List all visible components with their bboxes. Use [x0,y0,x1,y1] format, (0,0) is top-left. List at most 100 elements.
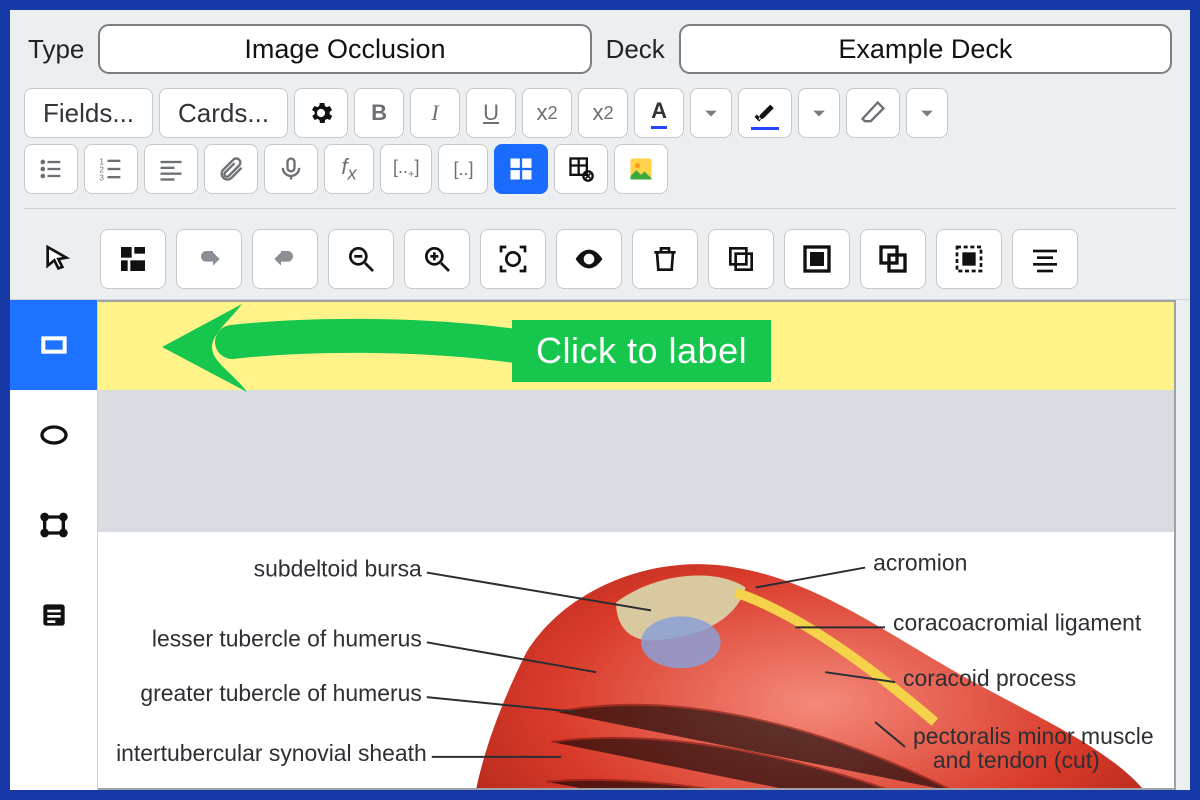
underline-button[interactable]: U [466,88,516,138]
annotation-arrow [122,300,542,412]
group-icon [801,243,833,275]
options-button[interactable] [294,88,348,138]
cards-button[interactable]: Cards... [159,88,288,138]
select-all-icon [953,243,985,275]
anatomy-label: subdeltoid bursa [254,556,422,582]
zoom-in-icon [421,243,453,275]
highlight-button[interactable] [738,88,792,138]
ellipse-icon [38,419,70,451]
bulleted-list-icon [37,155,65,183]
occlusion-grid-button[interactable] [494,144,548,194]
more-dropdown[interactable] [906,88,948,138]
image-canvas[interactable]: Click to label [98,300,1176,790]
rectangle-icon [38,329,70,361]
shape-side-toolbar [10,300,98,790]
bold-button[interactable]: B [354,88,404,138]
subscript-button[interactable]: x2 [578,88,628,138]
editor-body: Click to label [10,299,1190,790]
duplicate-icon [725,243,757,275]
anatomy-image: subdeltoid bursa lesser tubercle of hume… [98,532,1174,790]
text-tool-button[interactable] [10,570,97,660]
eraser-button[interactable] [846,88,900,138]
fields-button[interactable]: Fields... [24,88,153,138]
svg-text:3: 3 [99,174,104,183]
format-toolbar: Fields... Cards... B I U x2 x2 A [10,84,1190,219]
anatomy-label: lesser tubercle of humerus [152,625,422,651]
table-insert-icon [567,155,595,183]
anatomy-label: coracoid process [903,665,1076,691]
deck-value: Example Deck [838,34,1012,65]
chevron-down-icon [913,99,941,127]
cursor-icon [41,243,73,275]
highlighter-icon [751,97,779,130]
grid-icon [507,155,535,183]
toolbar-divider [24,208,1176,209]
text-block-icon [38,599,70,631]
cloze-new-button[interactable]: [..+] [380,144,432,194]
redo-icon [269,243,301,275]
cloze-same-button[interactable]: [..] [438,144,488,194]
italic-button[interactable]: I [410,88,460,138]
app-window: Type Image Occlusion Deck Example Deck F… [0,0,1200,800]
picture-button[interactable] [614,144,668,194]
equation-button[interactable]: fx [324,144,374,194]
polygon-icon [38,509,70,541]
zoom-out-button[interactable] [328,229,394,289]
type-selector[interactable]: Image Occlusion [98,24,591,74]
numbered-list-icon: 123 [97,155,125,183]
highlight-dropdown[interactable] [798,88,840,138]
anatomy-label: pectoralis minor muscle [913,723,1154,749]
text-color-button[interactable]: A [634,88,684,138]
undo-button[interactable] [176,229,242,289]
cloze-new-icon: [..+] [393,157,419,181]
align-left-icon [157,155,185,183]
anatomy-label: coracoacromial ligament [893,609,1142,635]
chevron-down-icon [697,99,725,127]
redo-button[interactable] [252,229,318,289]
type-deck-row: Type Image Occlusion Deck Example Deck [10,10,1190,84]
anatomy-label: acromion [873,550,967,576]
select-all-button[interactable] [936,229,1002,289]
ellipse-tool-button[interactable] [10,390,97,480]
trash-icon [649,243,681,275]
bulleted-list-button[interactable] [24,144,78,194]
eye-icon [573,243,605,275]
gear-icon [307,99,335,127]
superscript-button[interactable]: x2 [522,88,572,138]
align-button[interactable] [1012,229,1078,289]
table-insert-button[interactable] [554,144,608,194]
duplicate-button[interactable] [708,229,774,289]
paragraph-align-button[interactable] [144,144,198,194]
select-tool-button[interactable] [24,229,90,289]
type-label: Type [28,34,84,65]
zoom-in-button[interactable] [404,229,470,289]
zoom-fit-button[interactable] [480,229,546,289]
ungroup-button[interactable] [860,229,926,289]
click-to-label-badge: Click to label [512,320,771,382]
editor-toolbar [10,219,1190,299]
delete-button[interactable] [632,229,698,289]
deck-selector[interactable]: Example Deck [679,24,1172,74]
rectangle-tool-button[interactable] [10,300,97,390]
attachment-button[interactable] [204,144,258,194]
chevron-down-icon [805,99,833,127]
microphone-button[interactable] [264,144,318,194]
ungroup-icon [877,243,909,275]
numbered-list-button[interactable]: 123 [84,144,138,194]
anatomy-label: greater tubercle of humerus [140,680,421,706]
click-label-text: Click to label [536,330,747,372]
paperclip-icon [217,155,245,183]
zoom-fit-icon [497,243,529,275]
editor-area: Click to label [10,219,1190,790]
cloze-same-icon: [..] [453,159,473,180]
microphone-icon [277,155,305,183]
text-color-dropdown[interactable] [690,88,732,138]
deck-label: Deck [606,34,665,65]
toggle-masks-button[interactable] [100,229,166,289]
preview-button[interactable] [556,229,622,289]
zoom-out-icon [345,243,377,275]
group-button[interactable] [784,229,850,289]
type-value: Image Occlusion [244,34,445,65]
equation-icon: fx [341,154,356,184]
polygon-tool-button[interactable] [10,480,97,570]
